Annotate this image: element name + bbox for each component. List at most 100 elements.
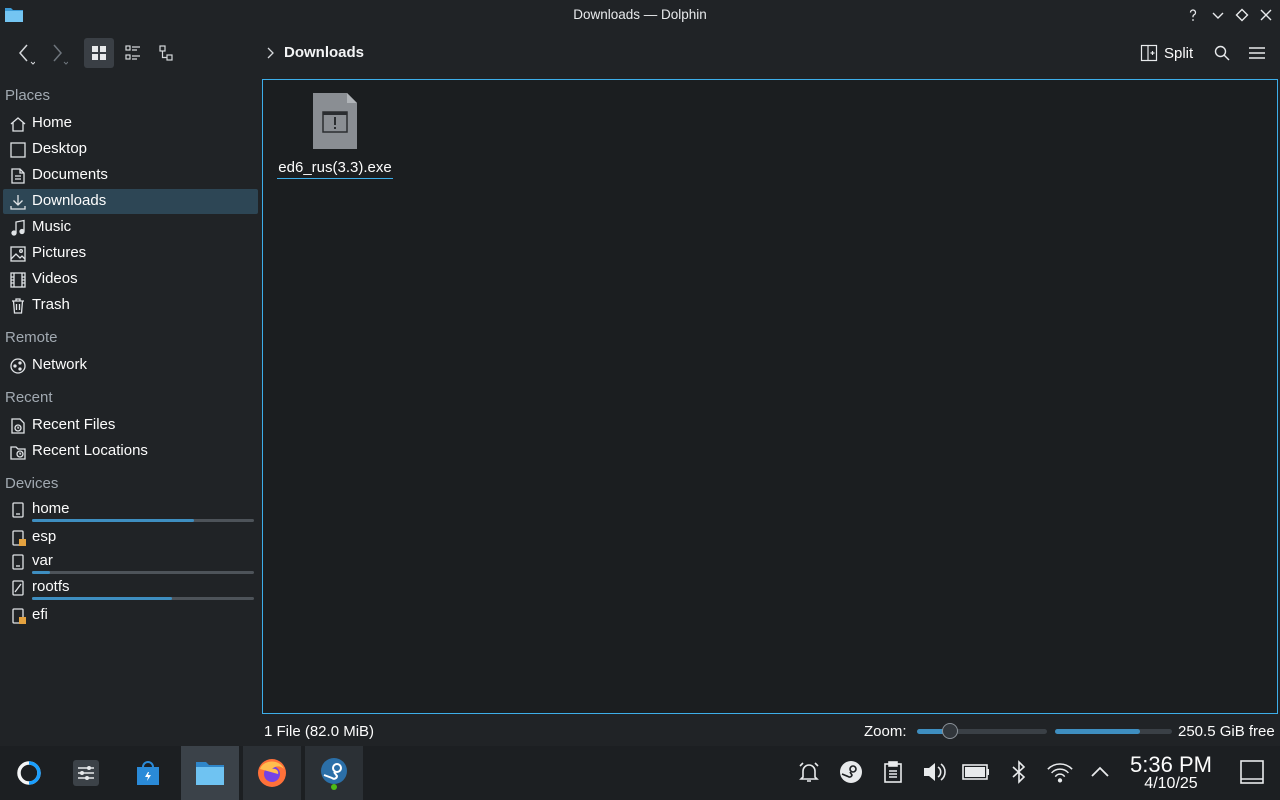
taskbar-discover[interactable] <box>119 746 177 800</box>
free-space-label: 250.5 GiB free <box>1178 723 1275 740</box>
recent-files-icon <box>9 417 27 435</box>
icons-view-icon <box>90 44 108 62</box>
notifications-icon[interactable] <box>795 758 823 786</box>
sidebar-item-recent-files[interactable]: Recent Files <box>3 413 258 438</box>
sidebar-item-label: Trash <box>32 296 70 313</box>
search-icon <box>1213 44 1231 62</box>
device-var-usage-bar <box>32 571 254 574</box>
volume-icon[interactable] <box>921 758 949 786</box>
desktop-icon <box>9 141 27 159</box>
sidebar-item-desktop[interactable]: Desktop <box>3 137 258 162</box>
taskbar-dolphin[interactable] <box>181 746 239 800</box>
file-name: ed6_rus(3.3).exe <box>278 159 392 176</box>
sidebar-item-label: rootfs <box>32 578 70 595</box>
trash-icon <box>9 297 27 315</box>
executable-file-icon <box>312 92 358 150</box>
compact-view-icon <box>124 44 142 62</box>
sidebar-item-home[interactable]: Home <box>3 111 258 136</box>
recent-locations-icon <box>9 443 27 461</box>
zoom-label: Zoom: <box>864 723 907 740</box>
clock-date[interactable]: 4/10/25 <box>1124 775 1218 793</box>
status-summary: 1 File (82.0 MiB) <box>264 723 375 740</box>
devices-header: Devices <box>5 475 59 492</box>
drive-icon <box>9 501 27 519</box>
bluetooth-icon[interactable] <box>1005 758 1033 786</box>
wifi-icon[interactable] <box>1046 758 1074 786</box>
menu-icon <box>1248 44 1266 62</box>
split-button[interactable]: Split <box>1136 38 1202 68</box>
help-icon[interactable] <box>1183 5 1203 25</box>
sidebar-item-device-efi[interactable]: efi <box>3 603 258 628</box>
network-icon <box>9 357 27 375</box>
back-button[interactable] <box>9 38 39 68</box>
forward-button[interactable] <box>42 38 72 68</box>
sidebar-item-videos[interactable]: Videos <box>3 267 258 292</box>
remote-header: Remote <box>5 329 58 346</box>
close-icon[interactable] <box>1256 5 1276 25</box>
discover-store-icon <box>133 758 163 788</box>
back-icon <box>13 41 35 65</box>
recent-header: Recent <box>5 389 53 406</box>
file-item[interactable]: ed6_rus(3.3).exe <box>276 90 394 182</box>
file-view[interactable] <box>262 79 1278 714</box>
home-icon <box>9 115 27 133</box>
sidebar-item-pictures[interactable]: Pictures <box>3 241 258 266</box>
firefox-icon <box>256 757 288 789</box>
steamos-menu-icon <box>16 760 42 786</box>
sidebar-item-label: Network <box>32 356 88 373</box>
steam-tray-icon[interactable] <box>837 758 865 786</box>
taskbar-system-settings[interactable] <box>57 746 115 800</box>
zoom-slider-handle[interactable] <box>941 723 958 739</box>
sidebar-item-label: Downloads <box>32 192 107 209</box>
sidebar-item-label: Music <box>32 218 72 235</box>
breadcrumb-downloads[interactable]: Downloads <box>284 44 364 61</box>
sidebar-item-label: esp <box>32 528 57 545</box>
details-view-icon <box>158 44 176 62</box>
pictures-icon <box>9 245 27 263</box>
sidebar-item-network[interactable]: Network <box>3 353 258 378</box>
clipboard-icon[interactable] <box>879 758 907 786</box>
sidebar-item-downloads[interactable]: Downloads <box>3 189 258 214</box>
menu-button[interactable] <box>1242 38 1272 68</box>
taskbar-firefox[interactable] <box>243 746 301 800</box>
show-desktop-icon[interactable] <box>1238 758 1266 786</box>
tray-expand-icon[interactable] <box>1086 758 1114 786</box>
drive-readonly-icon <box>9 579 27 597</box>
forward-icon <box>46 41 68 65</box>
icons-view-button[interactable] <box>84 38 114 68</box>
maximize-icon[interactable] <box>1232 5 1252 25</box>
sidebar-item-label: var <box>32 552 53 569</box>
split-icon <box>1140 44 1158 62</box>
breadcrumb-chevron-icon <box>264 46 276 60</box>
details-view-button[interactable] <box>152 38 182 68</box>
free-space-bar-fill <box>1055 729 1141 734</box>
sidebar-item-label: home <box>32 500 70 517</box>
places-header: Places <box>5 87 51 104</box>
device-rootfs-usage-bar <box>32 597 254 600</box>
battery-icon[interactable] <box>962 758 990 786</box>
sidebar-item-label: Desktop <box>32 140 88 157</box>
drive-locked-icon <box>9 529 27 547</box>
sidebar-item-recent-locations[interactable]: Recent Locations <box>3 439 258 464</box>
sidebar-item-label: Recent Locations <box>32 442 148 459</box>
sidebar-item-label: Documents <box>32 166 108 183</box>
sidebar-item-device-esp[interactable]: esp <box>3 525 258 550</box>
taskbar-steam[interactable] <box>305 746 363 800</box>
sidebar-item-trash[interactable]: Trash <box>3 293 258 318</box>
system-settings-icon <box>71 758 101 788</box>
documents-icon <box>9 167 27 185</box>
dolphin-icon <box>194 759 226 787</box>
sidebar-item-label: Home <box>32 114 73 131</box>
taskbar-app-menu[interactable] <box>0 746 58 800</box>
compact-view-button[interactable] <box>118 38 148 68</box>
file-focus-underline <box>277 178 393 179</box>
sidebar-item-documents[interactable]: Documents <box>3 163 258 188</box>
steam-icon <box>318 756 350 790</box>
window-title: Downloads — Dolphin <box>573 7 707 22</box>
sidebar-item-music[interactable]: Music <box>3 215 258 240</box>
videos-icon <box>9 271 27 289</box>
drive-locked-icon <box>9 607 27 625</box>
device-home-usage-bar <box>32 519 254 522</box>
minimize-icon[interactable] <box>1208 5 1228 25</box>
search-button[interactable] <box>1207 38 1237 68</box>
